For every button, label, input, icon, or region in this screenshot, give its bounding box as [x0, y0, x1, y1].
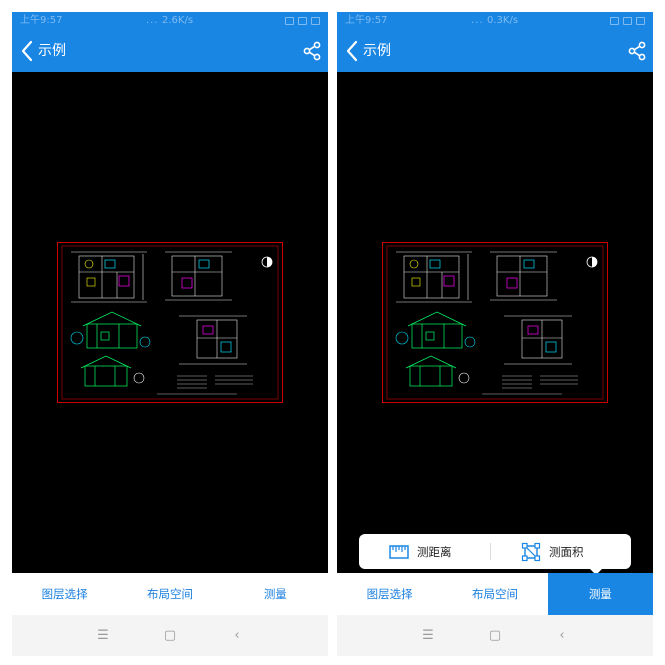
- bottom-tabs: 图层选择 布局空间 测量: [12, 573, 328, 615]
- drawing-canvas[interactable]: [337, 72, 653, 573]
- status-dots: ...: [471, 15, 484, 26]
- menu-icon[interactable]: ☰: [94, 627, 112, 645]
- measure-distance-button[interactable]: 测距离: [389, 534, 452, 569]
- tab-layer-select[interactable]: 图层选择: [337, 573, 442, 615]
- popup-divider: [490, 543, 491, 560]
- phone-screen-left: 上午9:57 ... 2.6K/s 示例 图层选择 布局空间 测量 ☰ ▢ ‹: [12, 12, 328, 656]
- menu-icon[interactable]: ☰: [419, 627, 437, 645]
- tab-measure[interactable]: 测量: [223, 573, 328, 615]
- phone-screen-right: 上午9:57 ... 0.3K/s 示例 测距离 测面积 图层选择 布局空间 测…: [337, 12, 653, 656]
- tab-measure[interactable]: 测量: [547, 573, 653, 615]
- cad-drawing: [57, 242, 283, 403]
- status-time: 上午9:57: [345, 15, 388, 26]
- network-speed: 0.3K/s: [487, 15, 519, 26]
- status-bar: 上午9:57 ... 2.6K/s: [12, 12, 328, 30]
- back-icon[interactable]: [20, 40, 34, 62]
- system-nav-bar: ☰ ▢ ‹: [12, 615, 328, 656]
- signal-icon: [610, 17, 619, 25]
- area-icon: [521, 542, 541, 561]
- nav-back-icon[interactable]: ‹: [553, 627, 571, 645]
- ruler-icon: [389, 544, 409, 559]
- bottom-tabs: 图层选择 布局空间 测量: [337, 573, 653, 615]
- status-time: 上午9:57: [20, 15, 63, 26]
- cad-drawing: [382, 242, 608, 403]
- nav-back-icon[interactable]: ‹: [228, 627, 246, 645]
- tab-layout-space[interactable]: 布局空间: [442, 573, 547, 615]
- share-icon[interactable]: [302, 41, 322, 61]
- signal-icon: [285, 17, 294, 25]
- page-title: 示例: [363, 43, 391, 59]
- measure-distance-label: 测距离: [417, 544, 452, 559]
- measure-area-label: 测面积: [549, 544, 584, 559]
- status-icons: [285, 17, 320, 25]
- network-speed: 2.6K/s: [162, 15, 194, 26]
- home-icon[interactable]: ▢: [486, 627, 504, 645]
- tab-layer-select[interactable]: 图层选择: [12, 573, 117, 615]
- status-bar: 上午9:57 ... 0.3K/s: [337, 12, 653, 30]
- app-bar: 示例: [337, 30, 653, 72]
- page-title: 示例: [38, 43, 66, 59]
- drawing-canvas[interactable]: [12, 72, 328, 573]
- tab-layout-space[interactable]: 布局空间: [117, 573, 222, 615]
- status-icons: [610, 17, 645, 25]
- battery-icon: [636, 17, 645, 25]
- battery-icon: [311, 17, 320, 25]
- measure-area-button[interactable]: 测面积: [521, 534, 584, 569]
- share-icon[interactable]: [627, 41, 647, 61]
- system-nav-bar: ☰ ▢ ‹: [337, 615, 653, 656]
- home-icon[interactable]: ▢: [161, 627, 179, 645]
- wifi-icon: [298, 17, 307, 25]
- app-bar: 示例: [12, 30, 328, 72]
- back-icon[interactable]: [345, 40, 359, 62]
- status-dots: ...: [146, 15, 159, 26]
- measure-popup-menu: 测距离 测面积: [359, 534, 631, 575]
- wifi-icon: [623, 17, 632, 25]
